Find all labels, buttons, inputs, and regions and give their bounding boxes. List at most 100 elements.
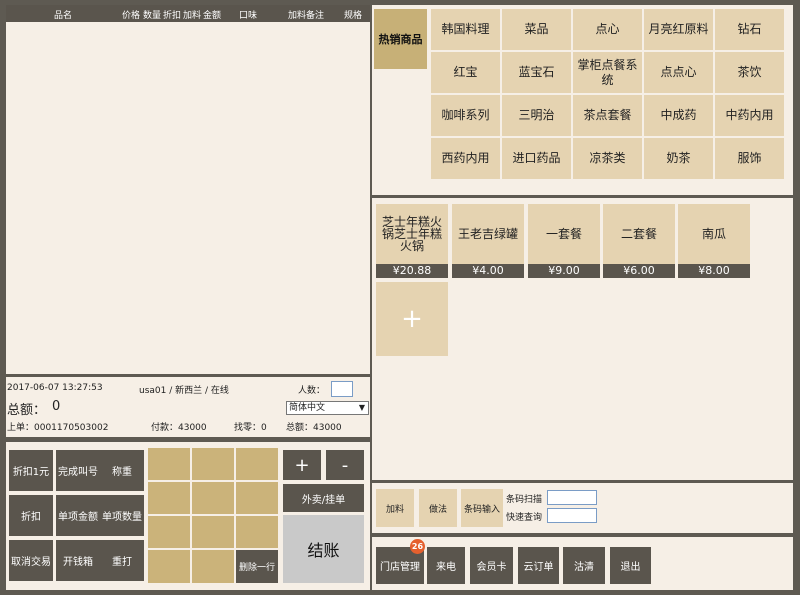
numpad-key[interactable] <box>148 550 190 583</box>
item-qty-button[interactable]: 单项数量 <box>100 495 144 536</box>
order-list[interactable] <box>6 22 370 374</box>
category-item[interactable]: 掌柜点餐系统 <box>573 52 642 93</box>
category-item[interactable]: 茶点套餐 <box>573 95 642 136</box>
numpad-key[interactable] <box>236 448 278 480</box>
col-qty: 数量 <box>143 11 162 21</box>
method-button[interactable]: 做法 <box>419 489 457 527</box>
category-item[interactable]: 蓝宝石 <box>502 52 571 93</box>
weigh-button[interactable]: 称重 <box>100 450 144 491</box>
category-item[interactable]: 点点心 <box>644 52 713 93</box>
quick-search-label: 快速查询 <box>506 513 543 523</box>
numpad-key[interactable] <box>148 482 190 514</box>
minus-button[interactable]: - <box>326 450 364 480</box>
cancel-transaction-button[interactable]: 取消交易 <box>9 540 53 581</box>
category-item[interactable]: 奶茶 <box>644 138 713 179</box>
add-product-button[interactable]: + <box>376 282 448 356</box>
last-order: 上单：0001170503002 <box>7 423 109 433</box>
plus-button[interactable]: + <box>283 450 321 480</box>
product-price: ¥8.00 <box>678 264 750 278</box>
product-tile[interactable]: 二套餐 ¥6.00 <box>603 204 675 278</box>
item-amount-button[interactable]: 单项金额 <box>56 495 100 536</box>
reprint-button[interactable]: 重打 <box>100 540 144 581</box>
sold-out-button[interactable]: 沽清 <box>563 547 605 584</box>
product-panel: 芝士年糕火锅芝士年糕火锅 ¥20.88 王老吉绿罐 ¥4.00 一套餐 ¥9.0… <box>372 198 793 480</box>
persons-input[interactable] <box>331 381 353 397</box>
numpad-key[interactable] <box>192 448 234 480</box>
exit-button[interactable]: 退出 <box>610 547 651 584</box>
col-name: 品名 <box>54 11 73 21</box>
takeout-button[interactable]: 外卖/挂单 <box>283 484 364 512</box>
change: 找零：0 <box>234 423 267 433</box>
category-item[interactable]: 韩国料理 <box>431 9 500 50</box>
product-price: ¥6.00 <box>603 264 675 278</box>
barcode-input-button[interactable]: 条码输入 <box>461 489 503 527</box>
product-name: 二套餐 <box>620 227 657 241</box>
numpad-key[interactable] <box>148 516 190 548</box>
category-item[interactable]: 茶饮 <box>715 52 784 93</box>
product-tile[interactable]: 一套餐 ¥9.00 <box>528 204 600 278</box>
col-addon: 加料 <box>183 11 202 21</box>
barcode-scan-input[interactable] <box>547 490 597 505</box>
col-flavor: 口味 <box>239 11 258 21</box>
product-name: 王老吉绿罐 <box>457 227 518 241</box>
language-select[interactable]: 简体中文 ▼ <box>286 401 369 415</box>
checkout-button[interactable]: 结账 <box>283 515 364 583</box>
delete-row-button[interactable]: 删除一行 <box>236 550 278 583</box>
language-value: 简体中文 <box>289 403 326 413</box>
numpad-key[interactable] <box>236 482 278 514</box>
options-panel: 加料 做法 条码输入 条码扫描 快速查询 <box>372 483 793 533</box>
category-item[interactable]: 钻石 <box>715 9 784 50</box>
product-tile[interactable]: 芝士年糕火锅芝士年糕火锅 ¥20.88 <box>376 204 448 278</box>
discount-button[interactable]: 折扣 <box>9 495 53 536</box>
member-card-button[interactable]: 会员卡 <box>470 547 513 584</box>
product-name: 芝士年糕火锅芝士年糕火锅 <box>381 215 442 253</box>
sum: 总额：43000 <box>286 423 342 433</box>
category-item[interactable]: 服饰 <box>715 138 784 179</box>
numpad-key[interactable] <box>192 516 234 548</box>
category-item[interactable]: 红宝 <box>431 52 500 93</box>
numpad-key[interactable] <box>192 482 234 514</box>
product-price: ¥9.00 <box>528 264 600 278</box>
add-on-button[interactable]: 加料 <box>376 489 414 527</box>
cloud-order-button[interactable]: 云订单 <box>518 547 559 584</box>
col-spec: 规格 <box>344 11 363 21</box>
barcode-scan-label: 条码扫描 <box>506 495 543 505</box>
numpad-key[interactable] <box>236 516 278 548</box>
function-bar: 门店管理 26 来电 会员卡 云订单 沽清 退出 <box>372 537 793 590</box>
persons-label: 人数： <box>298 386 326 396</box>
col-addon-note: 加料备注 <box>288 11 325 21</box>
category-item[interactable]: 月亮红原料 <box>644 9 713 50</box>
product-tile[interactable]: 王老吉绿罐 ¥4.00 <box>452 204 524 278</box>
product-price: ¥4.00 <box>452 264 524 278</box>
product-name: 南瓜 <box>701 227 726 241</box>
category-item[interactable]: 西药内用 <box>431 138 500 179</box>
category-item[interactable]: 菜品 <box>502 9 571 50</box>
product-name: 一套餐 <box>545 227 582 241</box>
category-item[interactable]: 咖啡系列 <box>431 95 500 136</box>
product-price: ¥20.88 <box>376 264 448 278</box>
order-table-header: 品名 价格 数量 折扣 加料 金额 口味 加料备注 规格 <box>6 5 370 22</box>
hot-products-tab[interactable]: 热销商品 <box>374 9 427 69</box>
category-item[interactable]: 中药内用 <box>715 95 784 136</box>
numpad-key[interactable] <box>148 448 190 480</box>
numpad-key[interactable] <box>192 550 234 583</box>
quick-search-input[interactable] <box>547 508 597 523</box>
category-item[interactable]: 凉茶类 <box>573 138 642 179</box>
datetime: 2017-06-07 13:27:53 <box>7 383 103 393</box>
finish-call-button[interactable]: 完成叫号 <box>56 450 100 491</box>
col-price: 价格 <box>122 11 141 21</box>
category-item[interactable]: 点心 <box>573 9 642 50</box>
incoming-call-button[interactable]: 来电 <box>427 547 465 584</box>
dropdown-arrow-icon: ▼ <box>358 403 365 412</box>
discount-1-button[interactable]: 折扣1元 <box>9 450 53 491</box>
product-tile[interactable]: 南瓜 ¥8.00 <box>678 204 750 278</box>
category-item[interactable]: 进口药品 <box>502 138 571 179</box>
total-value: 0 <box>52 399 61 414</box>
total-label: 总额： <box>7 403 47 418</box>
category-item[interactable]: 三明治 <box>502 95 571 136</box>
user-status: usa01 / 新西兰 / 在线 <box>139 386 229 396</box>
notification-badge: 26 <box>410 539 425 554</box>
category-item[interactable]: 中成药 <box>644 95 713 136</box>
open-drawer-button[interactable]: 开钱箱 <box>56 540 100 581</box>
order-info: 2017-06-07 13:27:53 usa01 / 新西兰 / 在线 人数：… <box>6 377 370 437</box>
